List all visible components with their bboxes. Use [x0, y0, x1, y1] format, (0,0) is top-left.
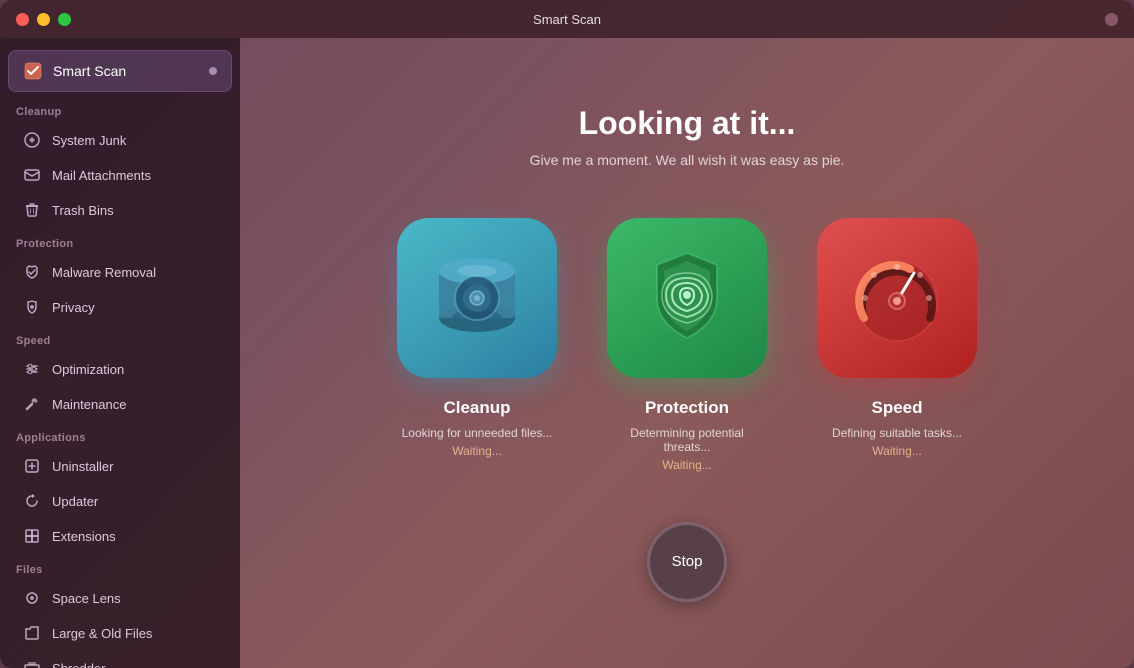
uninstaller-icon [22, 456, 42, 476]
speed-card-icon [817, 218, 977, 378]
protection-card-status: Determining potential threats... [607, 426, 767, 454]
sidebar-item-mail-attachments[interactable]: Mail Attachments [6, 158, 234, 192]
space-lens-icon [22, 588, 42, 608]
close-button[interactable] [16, 13, 29, 26]
malware-removal-label: Malware Removal [52, 265, 156, 280]
cleanup-card-waiting: Waiting... [452, 444, 502, 458]
window-title: Smart Scan [533, 12, 601, 27]
smart-scan-label: Smart Scan [53, 63, 209, 79]
malware-removal-icon [22, 262, 42, 282]
large-old-files-label: Large & Old Files [52, 626, 152, 641]
scan-heading: Looking at it... [579, 105, 796, 142]
cleanup-card-name: Cleanup [443, 398, 510, 418]
speed-card-status: Defining suitable tasks... [832, 426, 962, 440]
section-header-protection: Protection [0, 228, 240, 254]
scan-cards: Cleanup Looking for unneeded files... Wa… [397, 218, 977, 472]
sidebar-item-large-old-files[interactable]: Large & Old Files [6, 616, 234, 650]
mail-attachments-icon [22, 165, 42, 185]
uninstaller-label: Uninstaller [52, 459, 113, 474]
large-old-files-icon [22, 623, 42, 643]
protection-card-waiting: Waiting... [662, 458, 712, 472]
trash-bins-label: Trash Bins [52, 203, 114, 218]
maintenance-label: Maintenance [52, 397, 126, 412]
optimization-icon [22, 359, 42, 379]
shredder-label: Shredder [52, 661, 105, 668]
sidebar-item-updater[interactable]: Updater [6, 484, 234, 518]
privacy-icon [22, 297, 42, 317]
maintenance-icon [22, 394, 42, 414]
mail-attachments-label: Mail Attachments [52, 168, 151, 183]
stop-button[interactable]: Stop [647, 522, 727, 602]
smart-scan-active-dot [209, 67, 217, 75]
extensions-icon [22, 526, 42, 546]
sidebar-item-space-lens[interactable]: Space Lens [6, 581, 234, 615]
speed-card-waiting: Waiting... [872, 444, 922, 458]
sidebar-item-extensions[interactable]: Extensions [6, 519, 234, 553]
sidebar-item-malware-removal[interactable]: Malware Removal [6, 255, 234, 289]
privacy-label: Privacy [52, 300, 95, 315]
title-bar: Smart Scan [0, 0, 1134, 38]
sidebar-item-privacy[interactable]: Privacy [6, 290, 234, 324]
sidebar-item-system-junk[interactable]: System Junk [6, 123, 234, 157]
system-junk-label: System Junk [52, 133, 126, 148]
section-header-cleanup: Cleanup [0, 96, 240, 122]
section-header-applications: Applications [0, 422, 240, 448]
app-window: Smart Scan Smart Scan Cleanup [0, 0, 1134, 668]
cleanup-card-icon [397, 218, 557, 378]
protection-card-icon [607, 218, 767, 378]
trash-bins-icon [22, 200, 42, 220]
scan-card-protection: Protection Determining potential threats… [607, 218, 767, 472]
main-content: Smart Scan Cleanup System Junk [0, 38, 1134, 668]
maximize-button[interactable] [58, 13, 71, 26]
shredder-icon [22, 658, 42, 668]
title-bar-dot [1105, 13, 1118, 26]
smart-scan-icon [23, 61, 43, 81]
section-header-files: Files [0, 554, 240, 580]
sidebar-item-smart-scan[interactable]: Smart Scan [8, 50, 232, 92]
traffic-lights [16, 13, 71, 26]
sidebar-item-optimization[interactable]: Optimization [6, 352, 234, 386]
scan-card-speed: Speed Defining suitable tasks... Waiting… [817, 218, 977, 458]
updater-icon [22, 491, 42, 511]
minimize-button[interactable] [37, 13, 50, 26]
sidebar-item-uninstaller[interactable]: Uninstaller [6, 449, 234, 483]
sidebar-item-shredder[interactable]: Shredder [6, 651, 234, 668]
system-junk-icon [22, 130, 42, 150]
scan-card-cleanup: Cleanup Looking for unneeded files... Wa… [397, 218, 557, 458]
scan-subheading: Give me a moment. We all wish it was eas… [530, 152, 845, 168]
extensions-label: Extensions [52, 529, 116, 544]
updater-label: Updater [52, 494, 98, 509]
cleanup-card-status: Looking for unneeded files... [402, 426, 553, 440]
sidebar-item-trash-bins[interactable]: Trash Bins [6, 193, 234, 227]
right-panel: Looking at it... Give me a moment. We al… [240, 38, 1134, 668]
protection-card-name: Protection [645, 398, 729, 418]
sidebar-item-maintenance[interactable]: Maintenance [6, 387, 234, 421]
sidebar: Smart Scan Cleanup System Junk [0, 38, 240, 668]
optimization-label: Optimization [52, 362, 124, 377]
space-lens-label: Space Lens [52, 591, 121, 606]
section-header-speed: Speed [0, 325, 240, 351]
speed-card-name: Speed [871, 398, 922, 418]
